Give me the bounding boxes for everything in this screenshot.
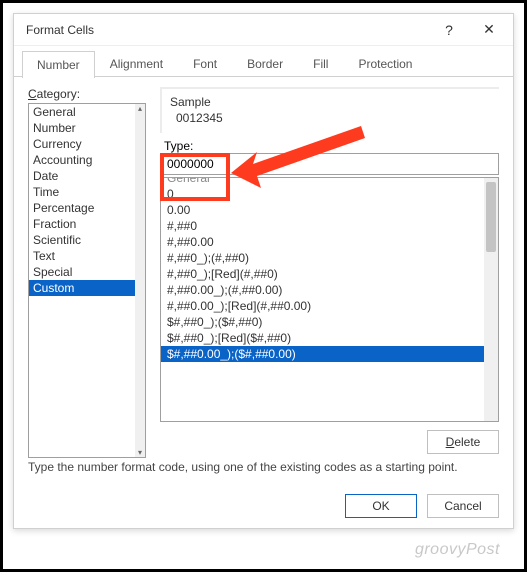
category-item[interactable]: Fraction [29,216,135,232]
hint-text: Type the number format code, using one o… [28,458,499,478]
format-item[interactable]: 0 [161,186,484,202]
category-item[interactable]: Date [29,168,135,184]
type-input[interactable] [160,153,499,175]
format-item[interactable]: 0.00 [161,202,484,218]
category-item[interactable]: Custom [29,280,135,296]
format-item[interactable]: #,##0.00_);[Red](#,##0.00) [161,298,484,314]
sample-group: Sample 0012345 [160,87,499,133]
tab-bar: NumberAlignmentFontBorderFillProtection [14,46,513,77]
category-item[interactable]: Currency [29,136,135,152]
format-item[interactable]: $#,##0_);($#,##0) [161,314,484,330]
ok-button[interactable]: OK [345,494,417,518]
format-item[interactable]: #,##0.00_);(#,##0.00) [161,282,484,298]
category-item[interactable]: Special [29,264,135,280]
format-item[interactable]: $#,##0_);[Red]($#,##0) [161,330,484,346]
tab-protection[interactable]: Protection [343,50,427,77]
tab-font[interactable]: Font [178,50,232,77]
category-item[interactable]: Scientific [29,232,135,248]
format-item[interactable]: #,##0 [161,218,484,234]
sample-label: Sample [170,95,491,109]
sample-value: 0012345 [170,111,491,125]
format-item[interactable]: General [161,178,484,186]
scrollbar[interactable] [484,178,498,421]
cancel-button[interactable]: Cancel [427,494,499,518]
type-label: Type: [160,139,499,153]
close-button[interactable]: ✕ [469,16,509,44]
format-item[interactable]: #,##0_);(#,##0) [161,250,484,266]
category-item[interactable]: Number [29,120,135,136]
delete-button[interactable]: Delete [427,430,499,454]
help-button[interactable]: ? [429,16,469,44]
format-listbox[interactable]: General00.00#,##0#,##0.00#,##0_);(#,##0)… [160,177,499,422]
format-item[interactable]: $#,##0.00_);($#,##0.00) [161,346,484,362]
tab-alignment[interactable]: Alignment [95,50,178,77]
window-title: Format Cells [26,23,94,37]
category-item[interactable]: Percentage [29,200,135,216]
watermark: groovyPost [415,541,500,559]
scroll-up-icon[interactable]: ▴ [138,104,142,113]
format-item[interactable]: #,##0.00 [161,234,484,250]
category-item[interactable]: Time [29,184,135,200]
scroll-down-icon[interactable]: ▾ [138,448,142,457]
tab-fill[interactable]: Fill [298,50,343,77]
category-item[interactable]: Text [29,248,135,264]
category-listbox[interactable]: GeneralNumberCurrencyAccountingDateTimeP… [28,103,146,458]
tab-border[interactable]: Border [232,50,298,77]
scrollbar[interactable]: ▴ ▾ [135,104,145,457]
format-item[interactable]: #,##0_);[Red](#,##0) [161,266,484,282]
titlebar: Format Cells ? ✕ [14,14,513,46]
category-item[interactable]: General [29,104,135,120]
category-item[interactable]: Accounting [29,152,135,168]
tab-number[interactable]: Number [22,51,95,78]
format-cells-dialog: Format Cells ? ✕ NumberAlignmentFontBord… [13,13,514,529]
category-label: Category: [28,87,146,101]
